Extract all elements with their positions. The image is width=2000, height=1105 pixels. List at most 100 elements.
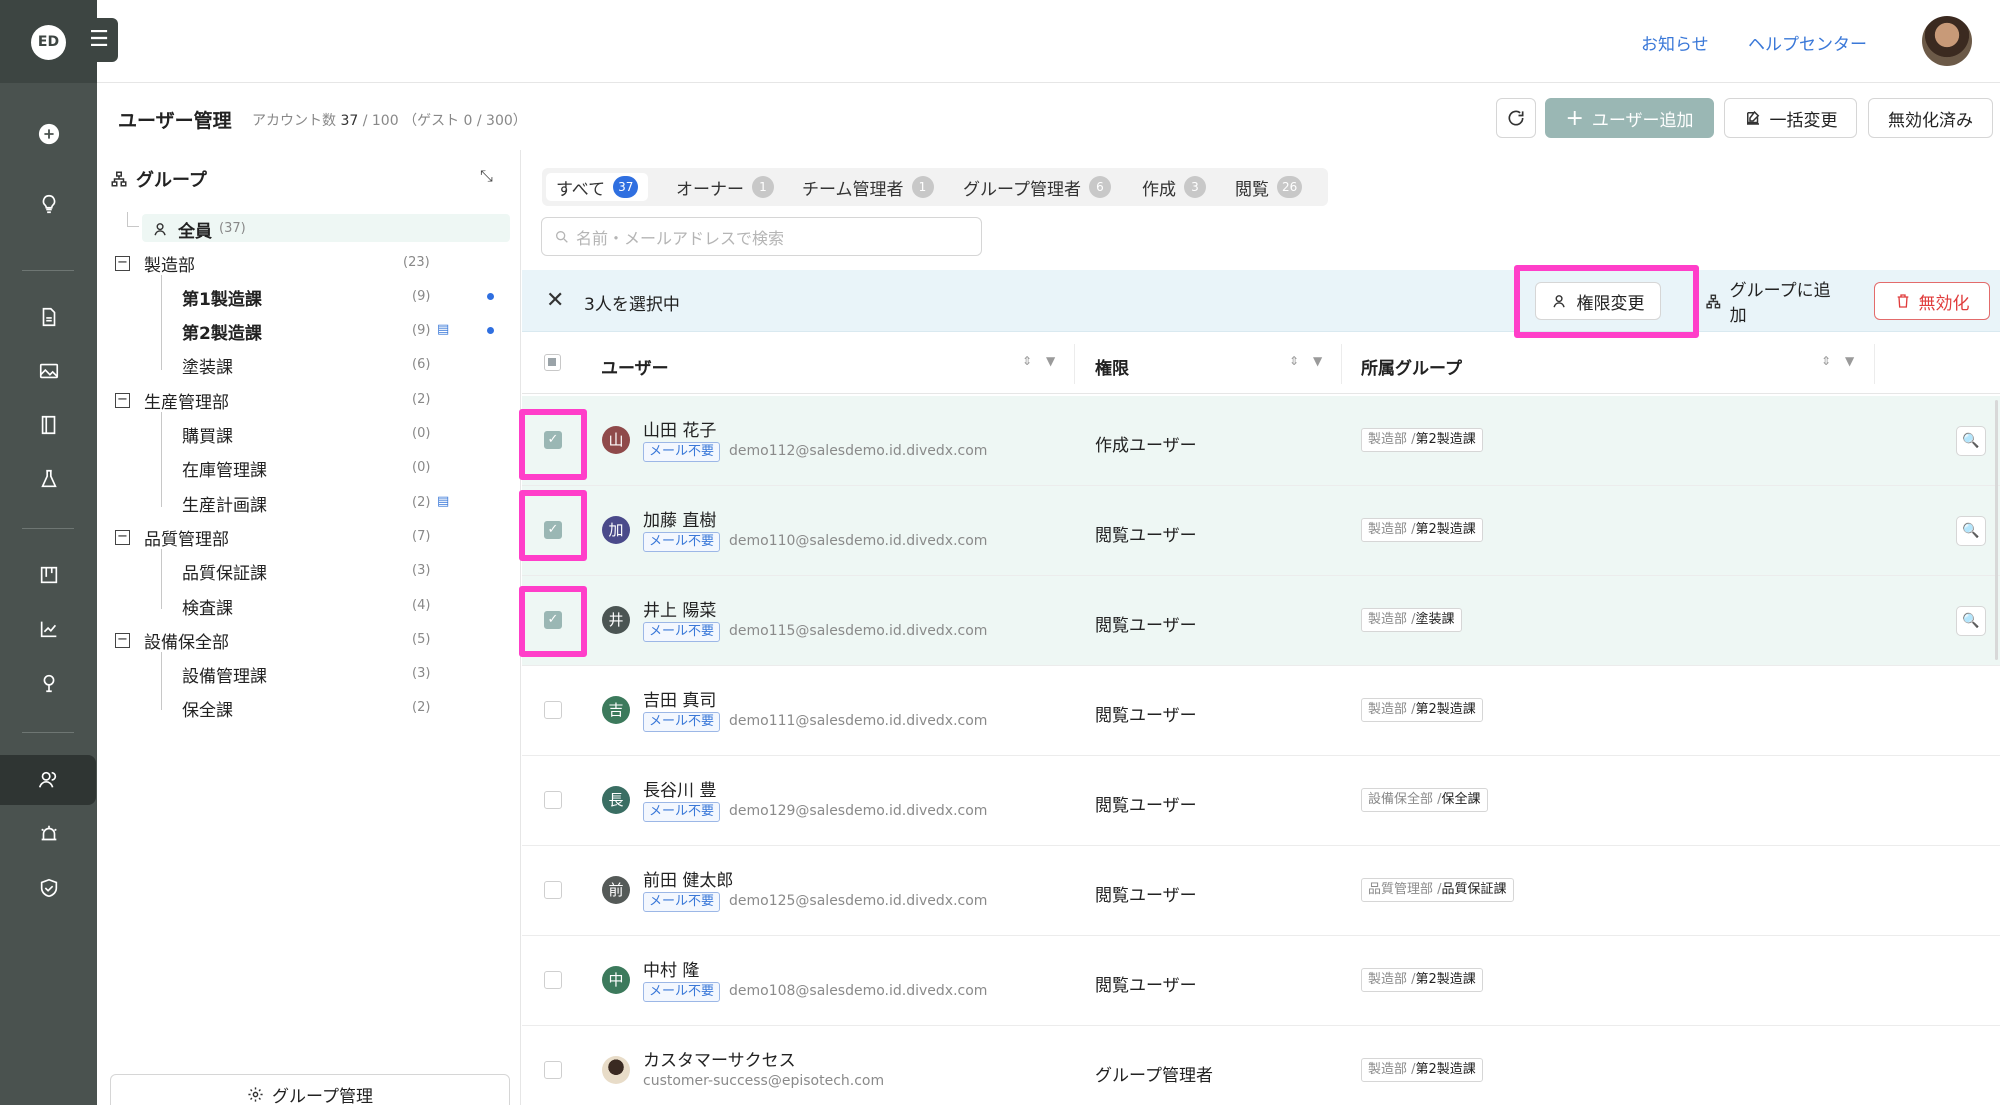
tree-item-mfg1[interactable]: 第1製造課 — [182, 282, 262, 312]
column-header-user[interactable]: ユーザー — [601, 354, 669, 379]
detail-search-icon[interactable]: 🔍 — [1956, 426, 1986, 456]
tree-item-painting[interactable]: 塗装課 — [182, 350, 233, 380]
row-checkbox[interactable] — [544, 971, 562, 989]
highlight-row-checkbox — [519, 586, 587, 657]
collapse-icon[interactable]: ⤡ — [480, 166, 493, 186]
tree-item-inventory[interactable]: 在庫管理課 — [182, 453, 267, 483]
user-name: カスタマーサクセス — [643, 1051, 796, 1071]
select-all-checkbox[interactable] — [544, 354, 561, 371]
filter-icon[interactable]: ▼ — [1313, 354, 1322, 368]
disable-button[interactable]: 無効化 — [1874, 282, 1990, 320]
tree-item-quality[interactable]: − 品質管理部 — [115, 522, 229, 552]
flask-icon[interactable] — [0, 454, 97, 504]
book-icon[interactable] — [0, 400, 97, 450]
row-checkbox[interactable] — [544, 701, 562, 719]
tree-item-hozen[interactable]: 保全課 — [182, 693, 233, 723]
avatar: 長 — [602, 786, 630, 814]
tab-create[interactable]: 作成 3 — [1132, 173, 1216, 201]
tree-count: (5) — [412, 632, 431, 647]
sort-icon[interactable]: ⇕ — [1289, 354, 1299, 368]
collapse-toggle-icon[interactable]: − — [115, 255, 130, 271]
collapse-toggle-icon[interactable]: − — [115, 529, 130, 545]
tree-item-production[interactable]: − 生産管理部 — [115, 385, 229, 415]
tree-item-inspection[interactable]: 検査課 — [182, 591, 233, 621]
column-header-group[interactable]: 所属グループ — [1361, 354, 1462, 379]
chart-icon[interactable] — [0, 604, 97, 654]
clear-selection-icon[interactable]: ✕ — [546, 288, 564, 313]
table-row[interactable]: 中 中村 隆 メール不要 demo108@salesdemo.id.divedx… — [522, 936, 2000, 1026]
tree-item-all[interactable]: 全員 — [153, 214, 212, 244]
group-name: 第2製造課 — [1415, 1062, 1476, 1077]
user-avatar[interactable] — [1922, 16, 1972, 66]
edit-icon — [1746, 110, 1759, 125]
account-max: / 100 — [362, 113, 399, 129]
tab-all[interactable]: すべて 37 — [546, 173, 649, 201]
filter-icon[interactable]: ▼ — [1845, 354, 1854, 368]
collapse-toggle-icon[interactable]: − — [115, 392, 130, 408]
pin-icon[interactable] — [0, 658, 97, 708]
hamburger-menu-icon[interactable]: ☰ — [80, 18, 118, 62]
plus-circle-icon[interactable] — [0, 109, 97, 159]
table-row[interactable]: ✓ 井 井上 陽菜 メール不要 demo115@salesdemo.id.div… — [522, 576, 2000, 666]
tree-item-manufacturing[interactable]: − 製造部 — [115, 248, 195, 278]
shield-check-icon[interactable] — [0, 863, 97, 913]
tab-group-admin[interactable]: グループ管理者 6 — [953, 173, 1121, 201]
tree-item-planning[interactable]: 生産計画課 — [182, 488, 267, 518]
user-name: 井上 陽菜 — [643, 601, 717, 621]
table-row[interactable]: カスタマーサクセス customer-success@episotech.com… — [522, 1026, 2000, 1105]
image-icon[interactable] — [0, 346, 97, 396]
tree-count: (2) — [412, 392, 431, 407]
tab-team-admin[interactable]: チーム管理者 1 — [792, 173, 944, 201]
tree-item-mfg2[interactable]: 第2製造課 — [182, 316, 262, 346]
tree-item-purchasing[interactable]: 購買課 — [182, 419, 233, 449]
tree-count: (37) — [219, 221, 246, 236]
group-management-button[interactable]: グループ管理 — [110, 1074, 510, 1105]
table-row[interactable]: 吉 吉田 真司 メール不要 demo111@salesdemo.id.dived… — [522, 666, 2000, 756]
sort-icon[interactable]: ⇕ — [1821, 354, 1831, 368]
no-email-badge: メール不要 — [643, 622, 721, 642]
row-checkbox[interactable] — [544, 881, 562, 899]
group-parent: 製造部 / — [1368, 612, 1416, 627]
table-row[interactable]: ✓ 山 山田 花子 メール不要 demo112@salesdemo.id.div… — [522, 396, 2000, 486]
user-email: demo108@salesdemo.id.divedx.com — [729, 983, 988, 999]
disabled-users-button[interactable]: 無効化済み — [1868, 98, 1993, 138]
tree-item-qa[interactable]: 品質保証課 — [182, 556, 267, 586]
detail-search-icon[interactable]: 🔍 — [1956, 516, 1986, 546]
alarm-icon[interactable] — [0, 809, 97, 859]
tree-item-equipment[interactable]: 設備管理課 — [182, 659, 267, 689]
detail-search-icon[interactable]: 🔍 — [1956, 606, 1986, 636]
table-row[interactable]: 前 前田 健太郎 メール不要 demo125@salesdemo.id.dive… — [522, 846, 2000, 936]
row-checkbox[interactable] — [544, 1061, 562, 1079]
tab-count-badge: 6 — [1088, 176, 1111, 198]
scrollbar[interactable] — [1995, 400, 1998, 660]
lightbulb-icon[interactable] — [0, 179, 97, 229]
app-logo[interactable]: ED — [31, 25, 66, 60]
column-header-role[interactable]: 権限 — [1095, 354, 1129, 379]
add-user-button[interactable]: + ユーザー追加 — [1545, 98, 1714, 138]
tree-count: (23) — [403, 255, 430, 270]
document-icon[interactable] — [0, 292, 97, 342]
tree-count: (0) — [412, 426, 431, 441]
tab-owner[interactable]: オーナー 1 — [666, 173, 784, 201]
bulk-change-button[interactable]: 一括変更 — [1724, 98, 1857, 138]
board-icon[interactable] — [0, 550, 97, 600]
filter-icon[interactable]: ▼ — [1046, 354, 1055, 368]
tree-item-maintenance[interactable]: − 設備保全部 — [115, 625, 229, 655]
table-row[interactable]: 長 長谷川 豊 メール不要 demo129@salesdemo.id.dived… — [522, 756, 2000, 846]
tree-label: 購買課 — [182, 426, 233, 447]
row-checkbox[interactable] — [544, 791, 562, 809]
tree-label: 第2製造課 — [182, 323, 262, 344]
avatar: 吉 — [602, 696, 630, 724]
add-to-group-button[interactable]: グループに追加 — [1690, 281, 1860, 326]
help-center-link[interactable]: ヘルプセンター — [1748, 30, 1867, 55]
collapse-toggle-icon[interactable]: − — [115, 632, 130, 648]
sort-icon[interactable]: ⇕ — [1022, 354, 1032, 368]
group-management-label: グループ管理 — [272, 1086, 373, 1105]
refresh-button[interactable] — [1496, 98, 1536, 138]
users-icon[interactable] — [0, 755, 96, 805]
news-link[interactable]: お知らせ — [1641, 30, 1709, 55]
table-row[interactable]: ✓ 加 加藤 直樹 メール不要 demo110@salesdemo.id.div… — [522, 486, 2000, 576]
highlight-row-checkbox — [519, 409, 587, 480]
tab-view[interactable]: 閲覧 26 — [1225, 173, 1312, 201]
search-input[interactable]: 名前・メールアドレスで検索 — [541, 217, 982, 256]
